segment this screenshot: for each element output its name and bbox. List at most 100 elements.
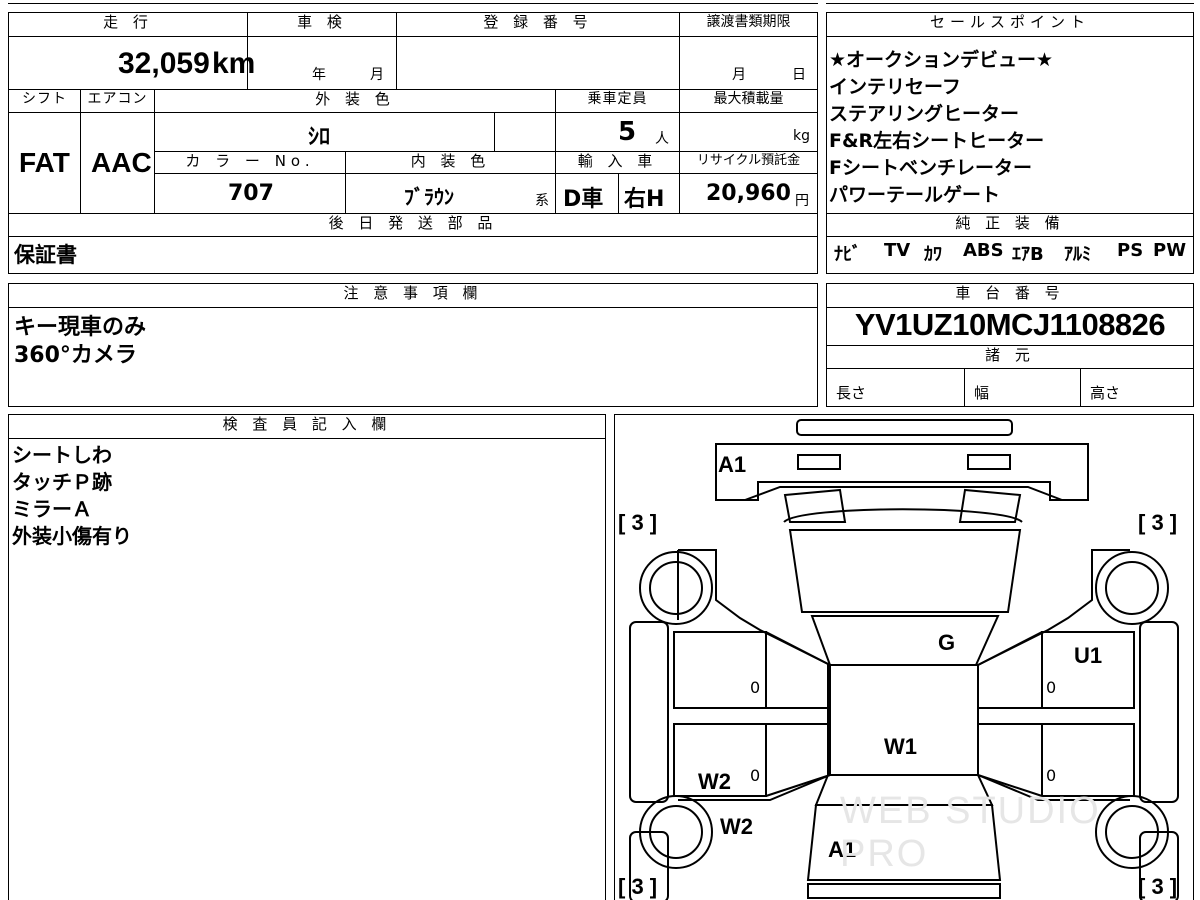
deadline-day: 日 xyxy=(792,67,806,83)
top-stub-line xyxy=(8,3,818,4)
mileage-unit: km xyxy=(212,47,256,80)
max-load-unit: kg xyxy=(793,128,810,144)
divider xyxy=(555,113,556,151)
left-body-outline xyxy=(678,549,831,801)
tire-score-front-left: [ 3 ] xyxy=(618,510,658,535)
shift-value: FAT xyxy=(19,147,70,178)
right-rear-door xyxy=(1041,723,1135,797)
import-header: 輸 入 車 xyxy=(555,151,680,174)
caution-item: 360°カメラ xyxy=(14,343,137,368)
sales-point-item: ★オークションデビュー★ xyxy=(829,49,1054,71)
recycle-unit: 円 xyxy=(795,193,809,209)
color-no-value: 707 xyxy=(228,181,274,206)
right-body-outline xyxy=(977,549,1130,801)
spec-height: 高さ xyxy=(1090,384,1121,402)
front-lamp-right xyxy=(967,454,1011,470)
divider xyxy=(964,369,965,407)
sales-point-item: インテリセーフ xyxy=(829,76,961,98)
transfer-deadline-header: 譲渡書類期限 xyxy=(679,12,818,37)
spec-length: 長さ xyxy=(836,384,867,402)
sales-point-item: F&R左右シートヒーター xyxy=(829,130,1045,152)
divider xyxy=(80,113,81,213)
inspector-note: タッチＰ跡 xyxy=(12,470,112,494)
color-no-header: カ ラ ー No. xyxy=(154,151,346,174)
steering-side: 右H xyxy=(624,187,665,212)
shaken-year: 年 xyxy=(312,67,326,83)
divider xyxy=(345,174,346,213)
door-zero-marker: 0 xyxy=(750,678,761,697)
spec-width: 幅 xyxy=(974,384,990,402)
divider xyxy=(396,37,397,89)
divider xyxy=(618,174,619,213)
capacity-value: 5 xyxy=(618,117,637,147)
cautions-header: 注 意 事 項 欄 xyxy=(8,283,818,308)
divider xyxy=(555,174,556,213)
damage-code-left-quarter: W2 xyxy=(720,814,753,839)
left-step xyxy=(629,621,669,803)
wheel-front-right-inner xyxy=(1105,561,1159,615)
hood-front-line xyxy=(783,508,1023,523)
equipment-leather: ｶﾜ xyxy=(924,244,942,265)
inspector-note: 外装小傷有り xyxy=(12,524,132,548)
damage-code-left-rear-door: W2 xyxy=(698,769,731,794)
equipment-ps: PS xyxy=(1117,240,1144,261)
divider xyxy=(679,37,680,89)
chassis-header: 車 台 番 号 xyxy=(826,283,1194,308)
tire-score-front-right: [ 3 ] xyxy=(1138,510,1178,535)
windshield xyxy=(810,615,1000,666)
capacity-unit: 人 xyxy=(655,131,669,147)
later-parts-value: 保証書 xyxy=(14,243,77,267)
equipment-navi: ﾅﾋﾞ xyxy=(834,244,861,265)
damage-code-front-bumper: A1 xyxy=(718,452,747,477)
interior-color-value: ﾌﾞﾗｳﾝ xyxy=(404,185,454,209)
interior-suffix: 系 xyxy=(535,193,549,209)
later-parts-header: 後 日 発 送 部 品 xyxy=(8,213,818,237)
sales-point-item: Fシートベンチレーター xyxy=(829,157,1032,179)
caution-item: キー現車のみ xyxy=(14,315,147,340)
inspector-note: ミラーＡ xyxy=(12,497,92,521)
inspector-notes-list: シートしわ タッチＰ跡 ミラーＡ 外装小傷有り xyxy=(12,442,132,550)
shift-header: シフト xyxy=(8,89,81,113)
recycle-fee: 20,960 xyxy=(706,181,791,206)
sales-point-item: ステアリングヒーター xyxy=(829,103,1020,125)
hood-panel xyxy=(788,529,1022,613)
genuine-equipment-header: 純 正 装 備 xyxy=(826,213,1194,237)
cautions-list: キー現車のみ 360°カメラ xyxy=(14,314,146,370)
aircon-value: AAC xyxy=(91,147,152,178)
door-zero-marker: 0 xyxy=(1046,766,1057,785)
front-lamp-left xyxy=(797,454,841,470)
aircon-header: エアコン xyxy=(80,89,155,113)
capacity-header: 乗車定員 xyxy=(555,89,680,113)
import-type: D車 xyxy=(563,187,604,212)
door-zero-marker: 0 xyxy=(750,766,761,785)
watermark: WEB STUDIO PRO xyxy=(840,790,1101,875)
equipment-tv: TV xyxy=(884,240,911,261)
shaken-header: 車 検 xyxy=(247,12,397,37)
mileage-header: 走 行 xyxy=(8,12,248,37)
equipment-airbag: ｴｱB xyxy=(1012,244,1044,265)
inspector-note: シートしわ xyxy=(12,443,112,467)
shaken-month: 月 xyxy=(370,67,384,83)
damage-code-roof-front: G xyxy=(938,630,956,655)
divider xyxy=(1080,369,1081,407)
right-step xyxy=(1139,621,1179,803)
sales-points-header: セールスポイント xyxy=(826,12,1194,37)
mileage-value: 32,059 xyxy=(118,47,210,80)
exterior-color-value: ｼﾛ xyxy=(308,125,331,150)
equipment-abs: ABS xyxy=(963,240,1004,261)
exterior-color-header: 外 装 色 xyxy=(154,89,556,113)
chassis-number: YV1UZ10MCJ1108826 xyxy=(854,307,1166,342)
inspector-header: 検 査 員 記 入 欄 xyxy=(8,414,606,439)
door-zero-marker: 0 xyxy=(1046,678,1057,697)
damage-code-right-door: U1 xyxy=(1074,643,1103,668)
deadline-month: 月 xyxy=(732,67,746,83)
front-bumper xyxy=(715,443,1089,501)
tire-score-rear-left: [ 3 ] xyxy=(618,874,658,899)
front-grille-bar xyxy=(796,419,1013,436)
interior-color-header: 内 装 色 xyxy=(345,151,556,174)
sales-points-list: ★オークションデビュー★ インテリセーフ ステアリングヒーター F&R左右シート… xyxy=(829,47,1053,209)
wheel-front-left-inner xyxy=(649,561,703,615)
tire-score-rear-right: [ 3 ] xyxy=(1138,874,1178,899)
damage-code-roof: W1 xyxy=(884,734,917,759)
sales-point-item: パワーテールゲート xyxy=(829,184,1001,206)
